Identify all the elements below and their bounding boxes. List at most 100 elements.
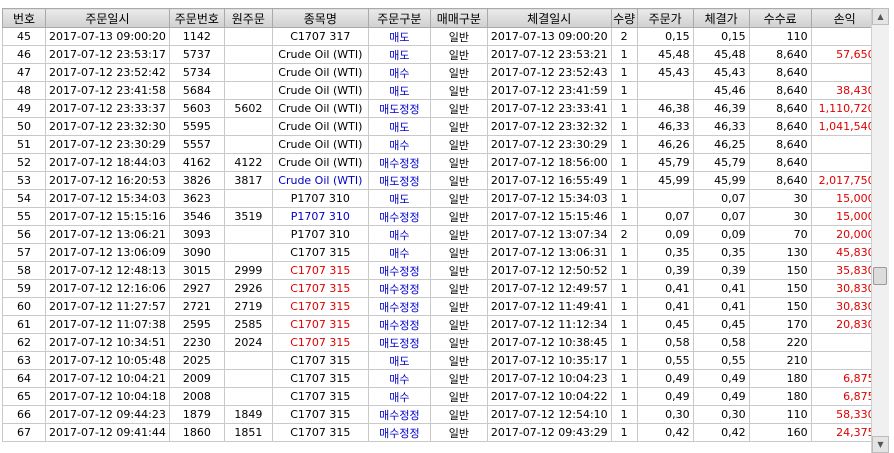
table-row[interactable]: 55 2017-07-12 15:15:16 3546 3519 P1707 310 매수… xyxy=(2,207,879,226)
original-order-number-cell: 5602 xyxy=(223,99,273,118)
table-row[interactable]: 64 2017-07-12 10:04:21 2009 C1707 315 매수 일반 20… xyxy=(2,369,879,388)
profit-loss-cell xyxy=(810,153,879,172)
fill-time-cell: 2017-07-12 10:04:22 xyxy=(486,387,612,406)
profit-loss-cell: 20,000 xyxy=(810,225,879,244)
table-row[interactable]: 46 2017-07-12 23:53:17 5737 Crude Oil (WTI)… xyxy=(2,45,879,64)
order-time-cell: 2017-07-12 10:34:51 xyxy=(45,333,170,352)
header-col-qty[interactable]: 수량 xyxy=(610,8,638,28)
original-order-number-cell: 4122 xyxy=(223,153,273,172)
header-col-pnl[interactable]: 손익 xyxy=(810,8,879,28)
table-row[interactable]: 57 2017-07-12 13:06:09 3090 C1707 315 매수 일반 20… xyxy=(2,243,879,262)
quantity-cell: 1 xyxy=(610,279,638,298)
table-row[interactable]: 61 2017-07-12 11:07:38 2595 2585 C1707 315 매수… xyxy=(2,315,879,334)
profit-loss-cell: 2,017,750 xyxy=(810,171,879,190)
header-col-fee[interactable]: 수수료 xyxy=(748,8,812,28)
original-order-number-cell xyxy=(223,225,273,244)
trade-type-cell: 일반 xyxy=(429,207,488,226)
order-price-cell: 0,49 xyxy=(636,369,694,388)
table-row[interactable]: 47 2017-07-12 23:52:42 5734 Crude Oil (WTI)… xyxy=(2,63,879,82)
header-col-orig-order[interactable]: 원주문 xyxy=(223,8,273,28)
header-col-order-time[interactable]: 주문일시 xyxy=(45,8,170,28)
table-row[interactable]: 51 2017-07-12 23:30:29 5557 Crude Oil (WTI)… xyxy=(2,135,879,154)
quantity-cell: 1 xyxy=(610,423,638,442)
header-col-order-price[interactable]: 주문가 xyxy=(636,8,694,28)
fill-price-cell: 46,39 xyxy=(692,99,750,118)
row-number-cell: 63 xyxy=(2,351,46,370)
quantity-cell: 1 xyxy=(610,45,638,64)
table-row[interactable]: 45 2017-07-13 09:00:20 1142 C1707 317 매도 일반 20… xyxy=(2,27,879,46)
fill-time-cell: 2017-07-12 10:04:23 xyxy=(486,369,612,388)
order-time-cell: 2017-07-12 09:44:23 xyxy=(45,405,170,424)
table-row[interactable]: 54 2017-07-12 15:34:03 3623 P1707 310 매도 일반 20… xyxy=(2,189,879,208)
order-type-cell: 매수 xyxy=(367,243,431,262)
order-time-cell: 2017-07-12 23:30:29 xyxy=(45,135,170,154)
quantity-cell: 2 xyxy=(610,27,638,46)
table-row[interactable]: 52 2017-07-12 18:44:03 4162 4122 Crude Oil (… xyxy=(2,153,879,172)
vertical-scrollbar[interactable]: ▲ ▼ xyxy=(871,8,889,453)
table-row[interactable]: 50 2017-07-12 23:32:30 5595 Crude Oil (WTI)… xyxy=(2,117,879,136)
table-row[interactable]: 65 2017-07-12 10:04:18 2008 C1707 315 매수 일반 20… xyxy=(2,387,879,406)
order-number-cell: 1142 xyxy=(168,27,225,46)
header-col-order-no[interactable]: 주문번호 xyxy=(168,8,225,28)
item-name-cell: C1707 315 xyxy=(271,261,369,280)
row-number-cell: 50 xyxy=(2,117,46,136)
header-col-no[interactable]: 번호 xyxy=(2,8,46,28)
order-number-cell: 5734 xyxy=(168,63,225,82)
order-number-cell: 3090 xyxy=(168,243,225,262)
trade-history-window: 번호 주문일시 주문번호 원주문 종목명 주문구분 매매구분 체결일시 수량 주문가 체결가 수수료 손… xyxy=(0,0,894,453)
table-row[interactable]: 49 2017-07-12 23:33:37 5603 5602 Crude Oil (… xyxy=(2,99,879,118)
item-name-cell: C1707 315 xyxy=(271,387,369,406)
header-col-item-name[interactable]: 종목명 xyxy=(271,8,369,28)
trade-type-cell: 일반 xyxy=(429,243,488,262)
table-row[interactable]: 48 2017-07-12 23:41:58 5684 Crude Oil (WTI)… xyxy=(2,81,879,100)
table-row[interactable]: 59 2017-07-12 12:16:06 2927 2926 C1707 315 매수… xyxy=(2,279,879,298)
order-type-cell: 매도 xyxy=(367,45,431,64)
fee-cell: 8,640 xyxy=(748,153,812,172)
item-name-cell: C1707 315 xyxy=(271,243,369,262)
fill-time-cell: 2017-07-12 12:54:10 xyxy=(486,405,612,424)
quantity-cell: 1 xyxy=(610,207,638,226)
fill-price-cell: 45,48 xyxy=(692,45,750,64)
trade-type-cell: 일반 xyxy=(429,333,488,352)
fill-time-cell: 2017-07-12 09:43:29 xyxy=(486,423,612,442)
row-number-cell: 49 xyxy=(2,99,46,118)
fee-cell: 220 xyxy=(748,333,812,352)
fill-price-cell: 45,46 xyxy=(692,81,750,100)
fee-cell: 8,640 xyxy=(748,117,812,136)
table-row[interactable]: 56 2017-07-12 13:06:21 3093 P1707 310 매수 일반 20… xyxy=(2,225,879,244)
table-row[interactable]: 63 2017-07-12 10:05:48 2025 C1707 315 매도 일반 20… xyxy=(2,351,879,370)
profit-loss-cell: 15,000 xyxy=(810,207,879,226)
order-number-cell: 1879 xyxy=(168,405,225,424)
header-col-trade-type[interactable]: 매매구분 xyxy=(429,8,488,28)
item-name-cell: Crude Oil (WTI) xyxy=(271,81,369,100)
fill-price-cell: 0,55 xyxy=(692,351,750,370)
quantity-cell: 1 xyxy=(610,351,638,370)
table-row[interactable]: 62 2017-07-12 10:34:51 2230 2024 C1707 315 매도… xyxy=(2,333,879,352)
profit-loss-cell: 57,650 xyxy=(810,45,879,64)
header-col-order-type[interactable]: 주문구분 xyxy=(367,8,431,28)
original-order-number-cell xyxy=(223,351,273,370)
order-time-cell: 2017-07-12 13:06:09 xyxy=(45,243,170,262)
quantity-cell: 1 xyxy=(610,81,638,100)
order-number-cell: 5557 xyxy=(168,135,225,154)
order-time-cell: 2017-07-12 23:41:58 xyxy=(45,81,170,100)
header-col-fill-time[interactable]: 체결일시 xyxy=(486,8,612,28)
table-row[interactable]: 66 2017-07-12 09:44:23 1879 1849 C1707 315 매수… xyxy=(2,405,879,424)
table-row[interactable]: 53 2017-07-12 16:20:53 3826 3817 Crude Oil (… xyxy=(2,171,879,190)
profit-loss-cell: 58,330 xyxy=(810,405,879,424)
scroll-down-arrow-icon[interactable]: ▼ xyxy=(872,436,889,453)
profit-loss-cell: 20,830 xyxy=(810,315,879,334)
table-row[interactable]: 60 2017-07-12 11:27:57 2721 2719 C1707 315 매수… xyxy=(2,297,879,316)
table-row[interactable]: 67 2017-07-12 09:41:44 1860 1851 C1707 315 매수… xyxy=(2,423,879,442)
fee-cell: 8,640 xyxy=(748,135,812,154)
header-col-fill-price[interactable]: 체결가 xyxy=(692,8,750,28)
order-time-cell: 2017-07-12 12:48:13 xyxy=(45,261,170,280)
order-number-cell: 3015 xyxy=(168,261,225,280)
scroll-thumb[interactable] xyxy=(873,267,887,285)
original-order-number-cell: 1849 xyxy=(223,405,273,424)
original-order-number-cell xyxy=(223,135,273,154)
fill-price-cell: 0,07 xyxy=(692,189,750,208)
scroll-up-arrow-icon[interactable]: ▲ xyxy=(872,8,889,25)
table-row[interactable]: 58 2017-07-12 12:48:13 3015 2999 C1707 315 매수… xyxy=(2,261,879,280)
fee-cell: 130 xyxy=(748,243,812,262)
